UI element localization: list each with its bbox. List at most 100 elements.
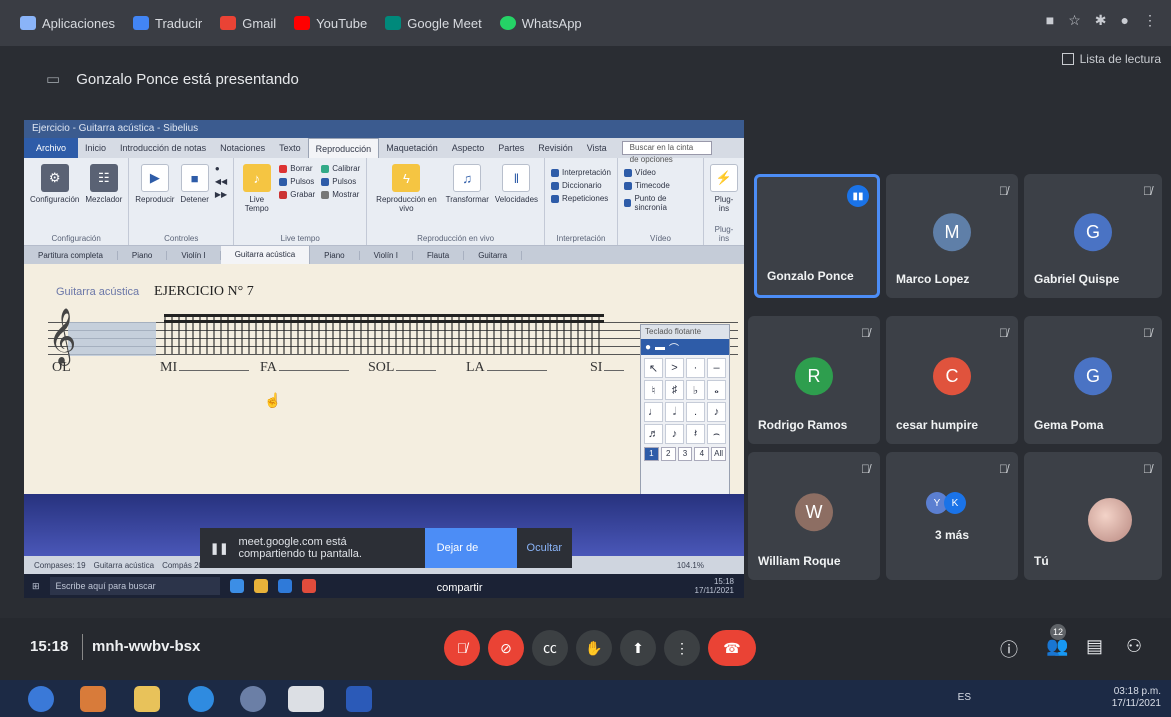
key-staccato-icon[interactable]: · (686, 358, 705, 378)
raise-hand-button[interactable]: ✋ (576, 630, 612, 666)
key-half-note-icon[interactable]: 𝅗𝅥 (665, 402, 684, 422)
folder-icon[interactable] (253, 579, 268, 593)
doc-tab-flauta[interactable]: Flauta (413, 250, 465, 260)
keypad-layout-1[interactable]: 1 (644, 447, 659, 461)
key-tie-icon[interactable]: ⌢ (707, 424, 726, 444)
keypad-layout2-icon[interactable]: ▬ (655, 342, 665, 353)
pulsos-button[interactable]: Pulsos (279, 177, 315, 186)
tab-notaciones[interactable]: Notaciones (213, 143, 272, 153)
bookmark-translate[interactable]: Traducir (133, 16, 202, 31)
media-player-icon[interactable] (80, 686, 106, 712)
diccionario-button[interactable]: Diccionario (551, 181, 611, 190)
rewind-icon[interactable]: ◀◀ (215, 177, 227, 186)
reproducir-button[interactable]: ▶ Reproducir (135, 164, 174, 204)
profile-icon[interactable]: ● (1121, 12, 1129, 29)
key-eighth-note-icon[interactable]: ♪ (707, 402, 726, 422)
edge-icon[interactable] (229, 579, 244, 593)
key-flat-icon[interactable]: ♭ (686, 380, 705, 400)
bookmark-google-meet[interactable]: Google Meet (385, 16, 482, 31)
camera-toggle-button[interactable]: ⊘ (488, 630, 524, 666)
key-rest-icon[interactable]: 𝄽 (686, 424, 705, 444)
keypad-layout-icon[interactable]: ● (645, 342, 651, 353)
bookmark-gmail[interactable]: Gmail (220, 16, 276, 31)
borrar-button[interactable]: Borrar (279, 164, 315, 173)
present-button[interactable]: ⬆ (620, 630, 656, 666)
participant-tile-gonzalo[interactable]: ▮▮ Gonzalo Ponce (754, 174, 880, 298)
mic-toggle-button[interactable]: 🎙̸ (444, 630, 480, 666)
chrome-icon[interactable] (301, 579, 316, 593)
grabar-button[interactable]: Grabar (279, 190, 315, 199)
participant-tile-cesar[interactable]: 🎙̸ C cesar humpire (886, 316, 1018, 444)
os-clock[interactable]: 03:18 p.m. 17/11/2021 (1112, 686, 1161, 710)
tab-maquetacion[interactable]: Maquetación (379, 143, 445, 153)
transformar-button[interactable]: ♫ Transformar (446, 164, 489, 204)
participant-tile-rodrigo[interactable]: 🎙̸ R Rodrigo Ramos (748, 316, 880, 444)
menu-dots-icon[interactable]: ⋮ (1143, 12, 1157, 29)
tab-revision[interactable]: Revisión (531, 143, 580, 153)
timecode-button[interactable]: Timecode (623, 181, 697, 190)
internet-explorer-icon[interactable] (188, 686, 214, 712)
participant-tile-william[interactable]: 🎙̸ W William Roque (748, 452, 880, 580)
camera-app-icon[interactable] (240, 686, 266, 712)
doc-tab-violin[interactable]: Violín I (167, 250, 221, 260)
keypad-layout-2[interactable]: 2 (660, 447, 676, 461)
record-icon[interactable]: ● (215, 164, 227, 173)
chat-icon[interactable]: ▤ (1086, 636, 1103, 657)
sibelius-taskbar-icon[interactable] (346, 686, 372, 712)
windows-start-icon[interactable]: ⊞ (32, 581, 40, 592)
tab-partes[interactable]: Partes (491, 143, 531, 153)
tab-inicio[interactable]: Inicio (78, 143, 113, 153)
video-button[interactable]: Vídeo (623, 168, 697, 177)
input-language[interactable]: ES (958, 692, 971, 703)
keypad-layout-4[interactable]: 4 (694, 447, 710, 461)
configuracion-button[interactable]: ⚙ Configuración (30, 164, 79, 204)
interpretacion-button[interactable]: Interpretación (551, 168, 611, 177)
velocidades-button[interactable]: ‖ Velocidades (495, 164, 538, 204)
participant-tile-marco[interactable]: 🎙̸ M Marco Lopez (886, 174, 1018, 298)
floating-keypad[interactable]: Teclado flotante ● ▬ ⌒ ↖ > · – ♮ ♯ ♭ 𝅝 ♩ 𝅗… (640, 324, 730, 506)
windows-start-icon[interactable] (28, 686, 54, 712)
key-quarter-note-icon[interactable]: ♩ (644, 402, 663, 422)
key-sixteenth-note-icon[interactable]: ♬ (644, 424, 663, 444)
punto-sincronia-button[interactable]: Punto de sincronía (623, 194, 697, 212)
score-area[interactable]: Guitarra acústica EJERCICIO N° 7 𝄞 OL MI… (24, 264, 744, 494)
reading-list-button[interactable]: Lista de lectura (1061, 52, 1161, 66)
pulsos2-button[interactable]: Pulsos (321, 177, 360, 186)
tab-archivo[interactable]: Archivo (24, 138, 79, 158)
tab-aspecto[interactable]: Aspecto (445, 143, 492, 153)
live-tempo-button[interactable]: ♪ Live Tempo (240, 164, 273, 213)
star-icon[interactable]: ☆ (1068, 12, 1081, 29)
tab-reproduccion[interactable]: Reproducción (307, 138, 380, 158)
bookmark-whatsapp[interactable]: WhatsApp (499, 16, 582, 31)
mostrar-button[interactable]: Mostrar (321, 190, 360, 199)
participant-tile-gabriel[interactable]: 🎙̸ G Gabriel Quispe (1024, 174, 1162, 298)
ribbon-search-input[interactable]: Buscar en la cinta de opciones (621, 141, 712, 164)
bookmark-apps[interactable]: Aplicaciones (20, 16, 115, 31)
reproduccion-en-vivo-button[interactable]: ϟ Reproducción en vivo (373, 164, 439, 213)
keypad-layout-all[interactable]: All (711, 447, 726, 461)
zoom-level[interactable]: 104.1% (677, 561, 704, 570)
activities-icon[interactable]: ⚇ (1126, 636, 1142, 657)
tab-introduccion-notas[interactable]: Introducción de notas (113, 143, 213, 153)
doc-tab-piano[interactable]: Piano (118, 250, 168, 260)
key-eighth-note2-icon[interactable]: ♪ (665, 424, 684, 444)
chrome-taskbar-icon[interactable] (288, 686, 324, 712)
extension-icon[interactable]: ■ (1046, 12, 1054, 29)
key-natural-icon[interactable]: ♮ (644, 380, 663, 400)
info-icon[interactable]: ⓘ (1000, 636, 1018, 662)
captions-button[interactable]: ㏄ (532, 630, 568, 666)
participant-tile-more[interactable]: 🎙̸ Y K 3 más (886, 452, 1018, 580)
more-options-button[interactable]: ⋮ (664, 630, 700, 666)
doc-tab-piano-2[interactable]: Piano (310, 250, 360, 260)
hide-banner-button[interactable]: Ocultar (527, 542, 562, 554)
forward-icon[interactable]: ▶▶ (215, 190, 227, 199)
doc-tab-guitarra-acustica[interactable]: Guitarra acústica (220, 246, 311, 264)
calibrar-button[interactable]: Calibrar (321, 164, 360, 173)
participant-tile-gema[interactable]: 🎙̸ G Gema Poma (1024, 316, 1162, 444)
mezclador-button[interactable]: ☷ Mezclador (85, 164, 122, 204)
repeticiones-button[interactable]: Repeticiones (551, 194, 611, 203)
detener-button[interactable]: ■ Detener (180, 164, 209, 204)
keypad-layout-3[interactable]: 3 (677, 447, 693, 461)
key-whole-note-icon[interactable]: 𝅝 (707, 380, 726, 400)
key-sharp-icon[interactable]: ♯ (665, 380, 684, 400)
